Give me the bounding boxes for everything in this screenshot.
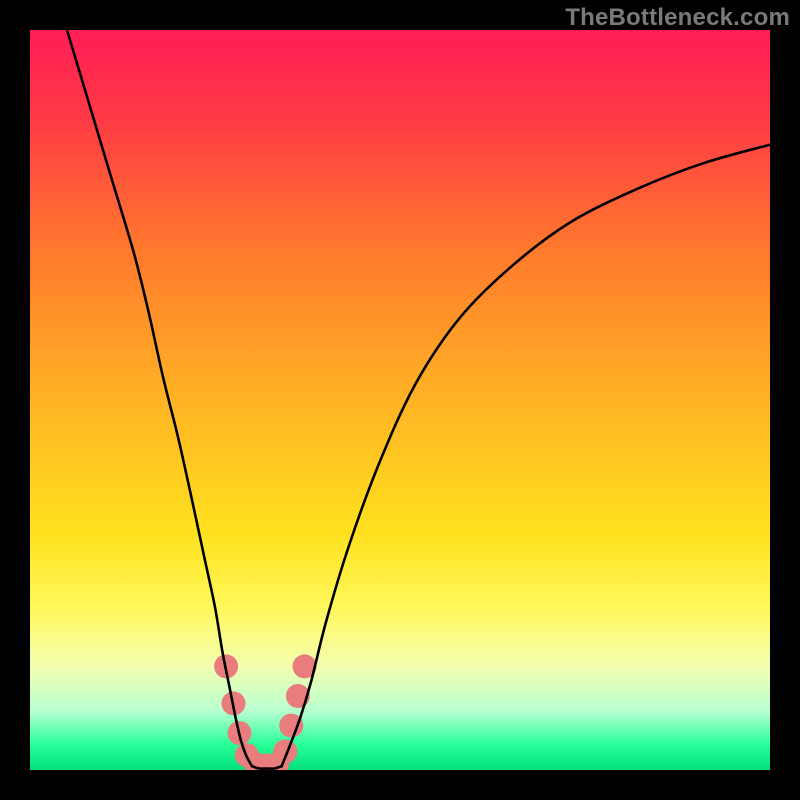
bottleneck-chart <box>30 30 770 770</box>
watermark-text: TheBottleneck.com <box>565 4 790 32</box>
chart-frame <box>30 30 770 770</box>
chart-background <box>30 30 770 770</box>
